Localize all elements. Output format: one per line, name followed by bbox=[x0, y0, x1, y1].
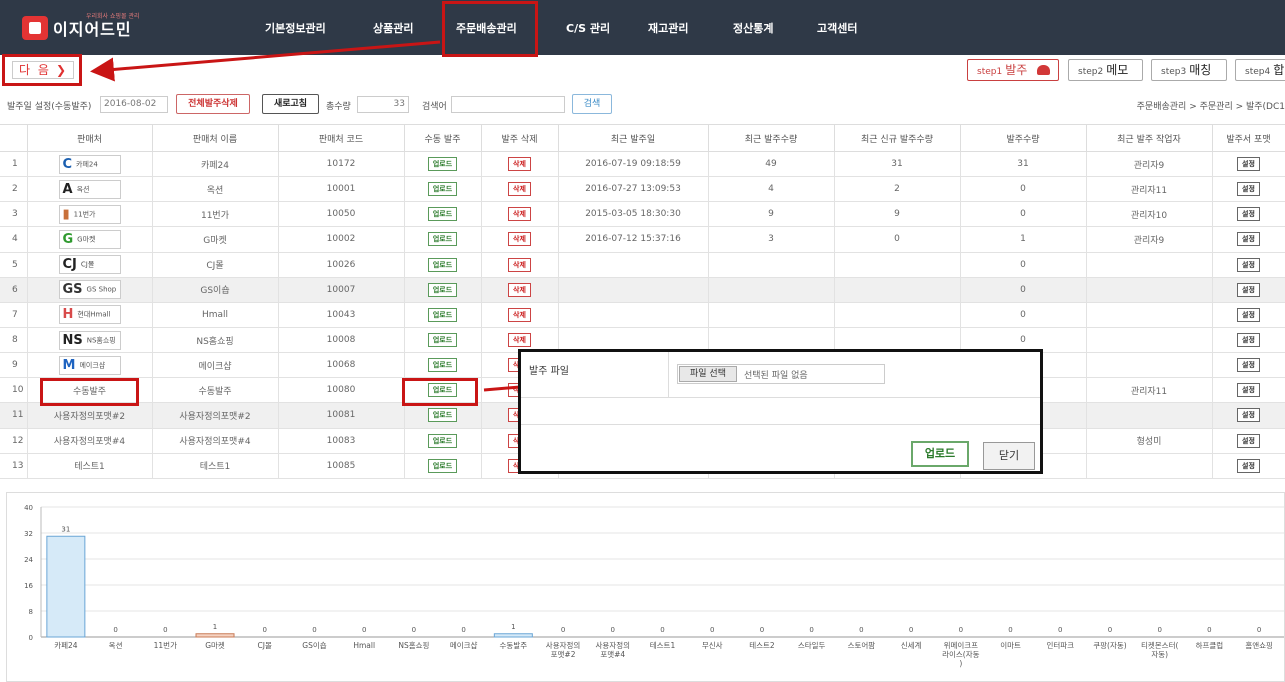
y-tick-label: 16 bbox=[24, 582, 33, 590]
y-tick-label: 32 bbox=[24, 530, 33, 538]
x-category-label: 사용자정의 bbox=[546, 640, 581, 650]
x-category-label: 스타일두 bbox=[798, 641, 826, 650]
bar-value-label: 0 bbox=[461, 626, 465, 634]
bar-value-label: 0 bbox=[859, 626, 863, 634]
x-category-label: CJ몰 bbox=[258, 641, 272, 650]
popup-divider bbox=[521, 397, 1040, 398]
bar-value-label: 0 bbox=[1058, 626, 1062, 634]
x-category-label: 스토어팜 bbox=[848, 640, 876, 650]
bar-value-label: 0 bbox=[760, 626, 764, 634]
file-input[interactable]: 파일 선택 선택된 파일 없음 bbox=[677, 364, 885, 384]
popup-upload-button[interactable]: 업로드 bbox=[911, 441, 969, 467]
x-category-label: Hmall bbox=[353, 641, 375, 650]
bar-value-label: 1 bbox=[213, 623, 217, 631]
chart-bar bbox=[195, 633, 235, 638]
popup-divider bbox=[521, 424, 1040, 425]
order-qty-chart: 0 8 16 24 32 40 31 카페24 0 옥션 0 11번가 1 G마켓 0 CJ몰 0 GS이숍 0 Hm… bbox=[6, 492, 1285, 682]
x-category-label: G마켓 bbox=[205, 640, 225, 650]
x-category-label: 신세계 bbox=[901, 640, 922, 650]
bar-value-label: 0 bbox=[710, 626, 714, 634]
x-category-label: 11번가 bbox=[154, 641, 177, 650]
bar-value-label: 0 bbox=[362, 626, 366, 634]
bar-value-label: 0 bbox=[909, 626, 913, 634]
x-category-label: 옥션 bbox=[109, 640, 123, 650]
y-tick-label: 0 bbox=[29, 634, 33, 642]
x-category-label: NS홈쇼핑 bbox=[398, 640, 429, 650]
x-category-label: 카페24 bbox=[54, 640, 78, 650]
x-category-label: 라이스(자동 bbox=[942, 649, 980, 659]
y-tick-label: 8 bbox=[29, 608, 33, 616]
bar-value-label: 0 bbox=[660, 626, 664, 634]
x-category-label: 테스트1 bbox=[650, 641, 676, 650]
x-category-label: 사용자정의 bbox=[596, 640, 631, 650]
x-category-label: 하프클럽 bbox=[1196, 640, 1224, 650]
file-select-button[interactable]: 파일 선택 bbox=[679, 366, 737, 382]
x-category-label: GS이숍 bbox=[302, 640, 326, 650]
y-tick-label: 40 bbox=[24, 504, 33, 512]
popup-close-button[interactable]: 닫기 bbox=[983, 442, 1035, 470]
x-category-label: 이마트 bbox=[1000, 640, 1021, 650]
bar-value-label: 0 bbox=[1157, 626, 1161, 634]
bar-value-label: 0 bbox=[1008, 626, 1012, 634]
bar-value-label: 0 bbox=[412, 626, 416, 634]
x-category-label: 인터파크 bbox=[1046, 640, 1074, 650]
popup-title: 발주 파일 bbox=[529, 366, 569, 377]
x-category-label: 티켓몬스터( bbox=[1141, 640, 1178, 650]
order-file-popup: 발주 파일 파일 선택 선택된 파일 없음 업로드 닫기 bbox=[518, 349, 1043, 474]
bar-value-label: 0 bbox=[113, 626, 117, 634]
x-category-label: 수동발주 bbox=[500, 641, 528, 650]
bar-value-label: 0 bbox=[1207, 626, 1211, 634]
x-category-label: ) bbox=[959, 659, 962, 668]
arrow-to-next bbox=[90, 40, 441, 82]
y-tick-label: 24 bbox=[24, 556, 33, 564]
x-category-label: 포맷#4 bbox=[600, 649, 625, 659]
chart-bar bbox=[46, 535, 86, 638]
x-category-label: 포맷#2 bbox=[551, 649, 576, 659]
bar-value-label: 0 bbox=[611, 626, 615, 634]
chart-canvas: 0 8 16 24 32 40 31 카페24 0 옥션 0 11번가 1 G마켓 0 CJ몰 0 GS이숍 0 Hm… bbox=[24, 504, 1284, 668]
bar-value-label: 0 bbox=[312, 626, 316, 634]
chart-bar bbox=[493, 633, 533, 638]
bar-value-label: 0 bbox=[1108, 626, 1112, 634]
bar-value-label: 1 bbox=[511, 623, 515, 631]
bar-value-label: 0 bbox=[163, 626, 167, 634]
bar-value-label: 0 bbox=[561, 626, 565, 634]
bar-value-label: 31 bbox=[61, 525, 70, 533]
x-category-label: 테스트2 bbox=[749, 641, 775, 650]
bar-value-label: 0 bbox=[263, 626, 267, 634]
bar-value-label: 0 bbox=[959, 626, 963, 634]
file-status: 선택된 파일 없음 bbox=[744, 371, 808, 381]
x-category-label: 메이크샵 bbox=[450, 640, 478, 650]
x-category-label: 위메이크프 bbox=[944, 640, 979, 650]
x-category-label: 쿠팡(자동) bbox=[1093, 640, 1127, 650]
x-category-label: 자동) bbox=[1151, 650, 1168, 659]
bar-value-label: 0 bbox=[809, 626, 813, 634]
popup-divider bbox=[668, 352, 669, 397]
bar-value-label: 0 bbox=[1257, 626, 1261, 634]
x-category-label: 홈앤쇼핑 bbox=[1245, 640, 1273, 650]
x-category-label: 무신사 bbox=[702, 641, 723, 650]
